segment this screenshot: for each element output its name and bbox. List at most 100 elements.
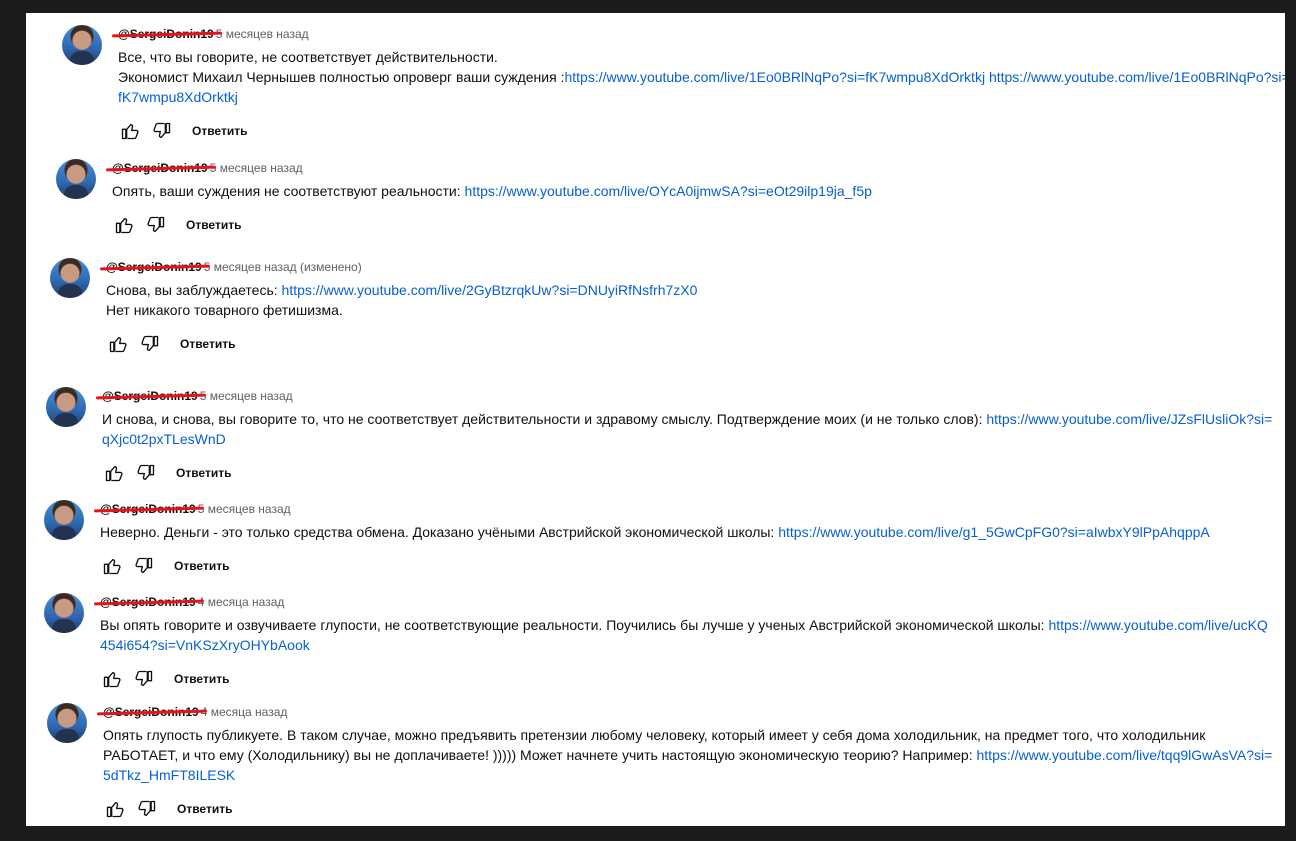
comment-text: Все, что вы говорите, не соответствует д… [118,47,1285,107]
comment-header: @SergeiDonin19 5 месяцев назад (изменено) [106,258,1281,276]
thumbs-up-icon [109,336,127,353]
comment-body: @SergeiDonin19 5 месяцев назад (изменено)… [106,258,1281,360]
comment-actions: Ответить [114,115,1285,147]
reply-button[interactable]: Ответить [176,466,231,480]
comment-text: Опять глупость публикуете. В таком случа… [103,725,1278,785]
comment-body: @SergeiDonin19 4 месяца назад Вы опять гов… [100,593,1275,695]
author-name[interactable]: @SergeiDonin19 [103,703,199,721]
author-name[interactable]: @SergeiDonin19 [102,387,198,405]
author-name[interactable]: @SergeiDonin19 [106,258,202,276]
comment-header: @SergeiDonin19 4 месяца назад [100,593,1275,611]
comment-actions: Ответить [98,457,1277,489]
comment-actions: Ответить [96,663,1275,695]
thumbs-down-icon [147,216,165,233]
comment-text: Опять, ваши суждения не соответствуют ре… [112,181,1285,201]
thumbs-up-icon [115,217,133,234]
comment-text: Вы опять говорите и озвучиваете глупости… [100,615,1275,655]
avatar[interactable] [50,258,90,298]
reply-button[interactable]: Ответить [174,672,229,686]
thumbs-up-icon [106,801,124,818]
comment-link[interactable]: https://www.youtube.com/live/2GyBtzrqkUw… [282,282,698,298]
thumbs-down-icon [153,122,171,139]
comment-header: @SergeiDonin19 5 месяцев назад [100,500,1275,518]
comment-line-text: Опять, ваши суждения не соответствуют ре… [112,183,465,199]
comment-body: @SergeiDonin19 5 месяцев назад И снова, и … [102,387,1277,489]
comment-timestamp[interactable]: 5 месяцев назад [200,389,293,403]
comment-line: Неверно. Деньги - это только средства об… [100,522,1275,542]
comment-text: И снова, и снова, вы говорите то, что не… [102,409,1277,449]
bottom-strip [0,826,1296,841]
comment-body: @SergeiDonin19 4 месяца назад Опять глупос… [103,703,1278,825]
comment-text: Снова, вы заблуждаетесь: https://www.you… [106,280,1281,320]
comment-timestamp[interactable]: 4 месяца назад [201,705,288,719]
dislike-button[interactable] [134,328,166,360]
comment-line-text: Экономист Михаил Чернышев полностью опро… [118,69,565,85]
avatar[interactable] [62,25,102,65]
reply-button[interactable]: Ответить [180,337,235,351]
avatar[interactable] [44,500,84,540]
comment-timestamp[interactable]: 4 месяца назад [198,595,285,609]
like-button[interactable] [102,328,134,360]
comment-line: Опять, ваши суждения не соответствуют ре… [112,181,1285,201]
comment-line: Нет никакого товарного фетишизма. [106,300,1281,320]
comment-body: @SergeiDonin19 5 месяцев назад Неверно. Де… [100,500,1275,582]
comment-timestamp[interactable]: 5 месяцев назад [198,502,291,516]
reply-button[interactable]: Ответить [192,124,247,138]
like-button[interactable] [96,663,128,695]
reply-button[interactable]: Ответить [186,218,241,232]
like-button[interactable] [96,550,128,582]
dislike-button[interactable] [130,457,162,489]
dislike-button[interactable] [140,209,172,241]
comment-line-text: Неверно. Деньги - это только средства об… [100,524,779,540]
comment-body: @SergeiDonin19 5 месяцев назад Все, что вы… [118,25,1285,147]
thumbs-down-icon [141,335,159,352]
avatar[interactable] [46,387,86,427]
reply-button[interactable]: Ответить [174,559,229,573]
dislike-button[interactable] [146,115,178,147]
thumbs-up-icon [103,558,121,575]
like-button[interactable] [99,793,131,825]
comment-header: @SergeiDonin19 5 месяцев назад [102,387,1277,405]
like-button[interactable] [114,115,146,147]
thumbs-up-icon [103,671,121,688]
dislike-button[interactable] [128,663,160,695]
comment-line: Вы опять говорите и озвучиваете глупости… [100,615,1275,655]
comment-timestamp[interactable]: 5 месяцев назад (изменено) [204,260,362,274]
comment-link[interactable]: https://www.youtube.com/live/1Eo0BRlNqPo… [564,69,985,85]
like-button[interactable] [108,209,140,241]
avatar[interactable] [47,703,87,743]
reply-button[interactable]: Ответить [177,802,232,816]
thumbs-down-icon [138,800,156,817]
comment-line-text: Снова, вы заблуждаетесь: [106,282,282,298]
author-name[interactable]: @SergeiDonin19 [100,593,196,611]
comment-link[interactable]: https://www.youtube.com/live/OYcA0ijmwSA… [465,183,872,199]
thumbs-down-icon [135,557,153,574]
comment-actions: Ответить [102,328,1281,360]
comment-line-text: Все, что вы говорите, не соответствует д… [118,49,498,65]
comment-text: Неверно. Деньги - это только средства об… [100,522,1275,542]
author-name[interactable]: @SergeiDonin19 [112,159,208,177]
author-name[interactable]: @SergeiDonin19 [100,500,196,518]
like-button[interactable] [98,457,130,489]
thumbs-up-icon [105,465,123,482]
comment-line-text: Вы опять говорите и озвучиваете глупости… [100,617,1049,633]
comment-line-text: Нет никакого товарного фетишизма. [106,302,343,318]
comments-panel: @SergeiDonin19 5 месяцев назад Все, что вы… [26,13,1285,826]
comment-header: @SergeiDonin19 5 месяцев назад [112,159,1285,177]
comment-line: Все, что вы говорите, не соответствует д… [118,47,1285,67]
comment-header: @SergeiDonin19 5 месяцев назад [118,25,1285,43]
comment-line-text: И снова, и снова, вы говорите то, что не… [102,411,987,427]
comment-actions: Ответить [108,209,1285,241]
avatar[interactable] [56,159,96,199]
comment-timestamp[interactable]: 5 месяцев назад [216,27,309,41]
dislike-button[interactable] [128,550,160,582]
author-name[interactable]: @SergeiDonin19 [118,25,214,43]
dislike-button[interactable] [131,793,163,825]
comment-header: @SergeiDonin19 4 месяца назад [103,703,1278,721]
comment-actions: Ответить [96,550,1275,582]
comment-line: Опять глупость публикуете. В таком случа… [103,725,1278,785]
avatar[interactable] [44,593,84,633]
comment-timestamp[interactable]: 5 месяцев назад [210,161,303,175]
comment-link[interactable]: https://www.youtube.com/live/g1_5GwCpFG0… [778,524,1210,540]
thumbs-down-icon [137,464,155,481]
